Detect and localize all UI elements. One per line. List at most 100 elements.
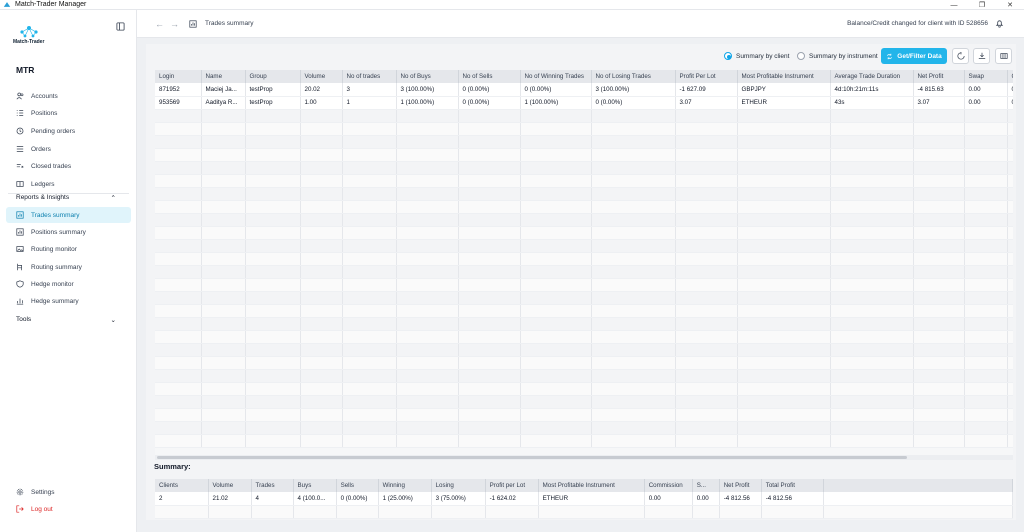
refresh-arrows-icon: [887, 53, 893, 59]
table-cell: 3 (100.00%): [591, 83, 676, 97]
sidebar-item-positions-summary[interactable]: Positions summary: [6, 224, 131, 240]
sidebar-item-orders[interactable]: Orders: [6, 141, 131, 157]
column-header[interactable]: Name: [201, 70, 246, 83]
empty-row: [155, 278, 1013, 292]
empty-row: [155, 135, 1013, 149]
close-button[interactable]: ✕: [996, 0, 1024, 10]
sidebar-item-closed-trades[interactable]: Closed trades: [6, 158, 131, 174]
column-header[interactable]: Average Trade Duration: [830, 70, 914, 83]
table-cell: testProp: [245, 96, 301, 110]
window-title: Match-Trader Manager: [15, 1, 87, 8]
get-filter-data-button[interactable]: Get/Filter Data: [881, 48, 947, 64]
logout-button[interactable]: Log out: [6, 501, 131, 517]
column-header: S...: [692, 479, 720, 492]
table-cell: 1: [342, 96, 397, 110]
radio-summary-by-client[interactable]: Summary by client: [724, 52, 789, 60]
empty-row: [155, 252, 1013, 266]
table-row[interactable]: 871952 Maciej Ja... testProp 20.02 3 3 (…: [155, 83, 1013, 97]
window-controls: — ❐ ✕: [940, 0, 1024, 10]
toolbar: Summary by client Summary by instrument …: [146, 48, 1016, 66]
chart-icon: [16, 298, 24, 305]
sidebar-item-pending-orders[interactable]: Pending orders: [6, 123, 131, 139]
list-icon: [16, 110, 24, 116]
section-tools[interactable]: Tools ⌄: [16, 316, 116, 324]
gear-icon: [16, 488, 24, 496]
radio-label: Summary by instrument: [809, 52, 878, 60]
section-label: Reports & Insights: [16, 194, 70, 201]
horizontal-scrollbar[interactable]: [155, 455, 1013, 460]
sidebar: Match-Trader MTR Accounts Positions Pend…: [0, 10, 137, 532]
column-header[interactable]: Login: [155, 70, 202, 83]
page-title: Trades summary: [205, 20, 254, 27]
column-header: Commission: [644, 479, 693, 492]
table-cell: Maciej Ja...: [201, 83, 246, 97]
summary-row: 2 21.02 4 4 (100.0... 0 (0.00%) 1 (25.00…: [155, 492, 1013, 506]
sidebar-item-hedge-summary[interactable]: Hedge summary: [6, 293, 131, 309]
column-header[interactable]: No of Sells: [458, 70, 521, 83]
column-header[interactable]: No of Buys: [396, 70, 459, 83]
sidebar-item-routing-summary[interactable]: Routing summary: [6, 259, 131, 275]
empty-row: [155, 505, 1013, 519]
column-header[interactable]: No of trades: [342, 70, 397, 83]
table-cell: 20.02: [300, 83, 343, 97]
image-icon: [16, 246, 24, 252]
column-header[interactable]: Volume: [300, 70, 343, 83]
column-header[interactable]: Profit Per Lot: [675, 70, 738, 83]
column-header: Buys: [293, 479, 337, 492]
empty-row: [155, 408, 1013, 422]
empty-row: [155, 200, 1013, 214]
notification-text[interactable]: Balance/Credit changed for client with I…: [847, 20, 988, 27]
logout-label: Log out: [31, 505, 53, 513]
back-arrow-icon[interactable]: ←: [155, 19, 164, 29]
column-header: Profit per Lot: [485, 479, 539, 492]
scrollbar-thumb[interactable]: [157, 456, 907, 459]
sidebar-item-label: Hedge monitor: [31, 280, 74, 288]
column-header[interactable]: Group: [245, 70, 301, 83]
column-header[interactable]: No of Winning Trades: [520, 70, 592, 83]
column-header[interactable]: Most Profitable Instrument: [737, 70, 831, 83]
maximize-button[interactable]: ❐: [968, 0, 996, 10]
table-row[interactable]: 953569 Aaditya R... testProp 1.00 1 1 (1…: [155, 96, 1013, 110]
sidebar-item-settings[interactable]: Settings: [6, 484, 131, 500]
empty-row: [155, 109, 1013, 123]
reset-button[interactable]: [952, 48, 969, 64]
column-header[interactable]: Swap: [964, 70, 1008, 83]
table-cell: GBPJPY: [737, 83, 831, 97]
sidebar-item-positions[interactable]: Positions: [6, 105, 131, 121]
column-header[interactable]: C: [1007, 70, 1013, 83]
minimize-button[interactable]: —: [940, 0, 968, 10]
table-cell: 1 (100.00%): [520, 96, 592, 110]
table-cell: 3: [342, 83, 397, 97]
column-header[interactable]: No of Losing Trades: [591, 70, 676, 83]
sidebar-item-ledgers[interactable]: Ledgers: [6, 176, 131, 192]
forward-arrow-icon[interactable]: →: [170, 19, 179, 29]
empty-row: [155, 174, 1013, 188]
radio-summary-by-instrument[interactable]: Summary by instrument: [797, 52, 878, 60]
sidebar-item-trades-summary[interactable]: Trades summary: [6, 207, 131, 223]
section-reports-insights[interactable]: Reports & Insights ⌃: [16, 194, 116, 202]
download-button[interactable]: [973, 48, 990, 64]
bell-icon[interactable]: [995, 19, 1004, 28]
table-cell: 4d:10h:21m:11s: [830, 83, 914, 97]
columns-button[interactable]: [995, 48, 1012, 64]
sidebar-item-label: Pending orders: [31, 127, 76, 135]
table-icon: [189, 20, 197, 28]
empty-row: [155, 395, 1013, 409]
summary-table: Clients Volume Trades Buys Sells Winning…: [155, 479, 1013, 519]
sidebar-item-routing-monitor[interactable]: Routing monitor: [6, 241, 131, 257]
radio-label: Summary by client: [736, 52, 790, 60]
sidebar-item-label: Routing summary: [31, 263, 82, 271]
sidebar-item-hedge-monitor[interactable]: Hedge monitor: [6, 276, 131, 292]
lines-icon: [16, 146, 24, 152]
table-cell: 3 (100.00%): [396, 83, 459, 97]
table-cell-empty: [823, 492, 1013, 506]
column-header[interactable]: Net Profit: [913, 70, 965, 83]
table-cell: -1 624.02: [485, 492, 539, 506]
table-cell: 0: [1007, 83, 1013, 97]
sidebar-item-accounts[interactable]: Accounts: [6, 88, 131, 104]
ledger-icon: [16, 181, 24, 187]
sidebar-collapse-icon[interactable]: [116, 22, 125, 31]
sidebar-item-label: Trades summary: [31, 211, 80, 219]
table-cell: ETHEUR: [737, 96, 831, 110]
org-name: MTR: [16, 65, 35, 75]
